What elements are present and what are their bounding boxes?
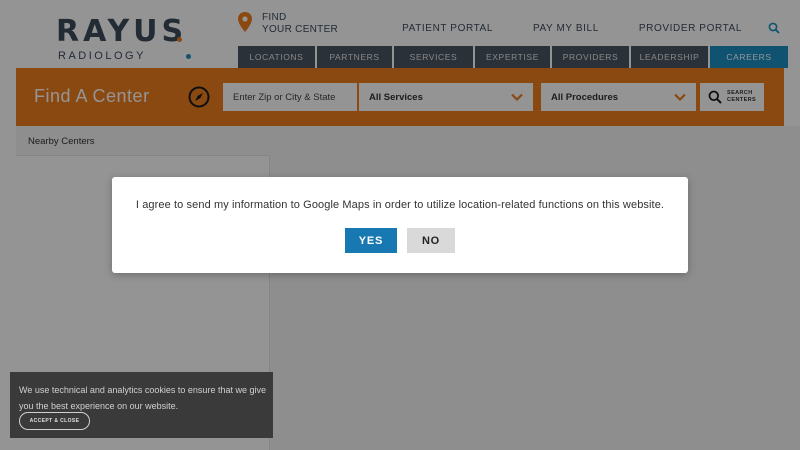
cookie-message: We use technical and analytics cookies t… — [19, 385, 266, 411]
no-button[interactable]: NO — [407, 228, 455, 253]
cookie-banner: We use technical and analytics cookies t… — [10, 372, 273, 438]
yes-button[interactable]: YES — [345, 228, 397, 253]
consent-message: I agree to send my information to Google… — [135, 199, 665, 211]
google-maps-consent-dialog: I agree to send my information to Google… — [112, 177, 688, 273]
accept-close-button[interactable]: ACCEPT & CLOSE — [19, 412, 90, 430]
